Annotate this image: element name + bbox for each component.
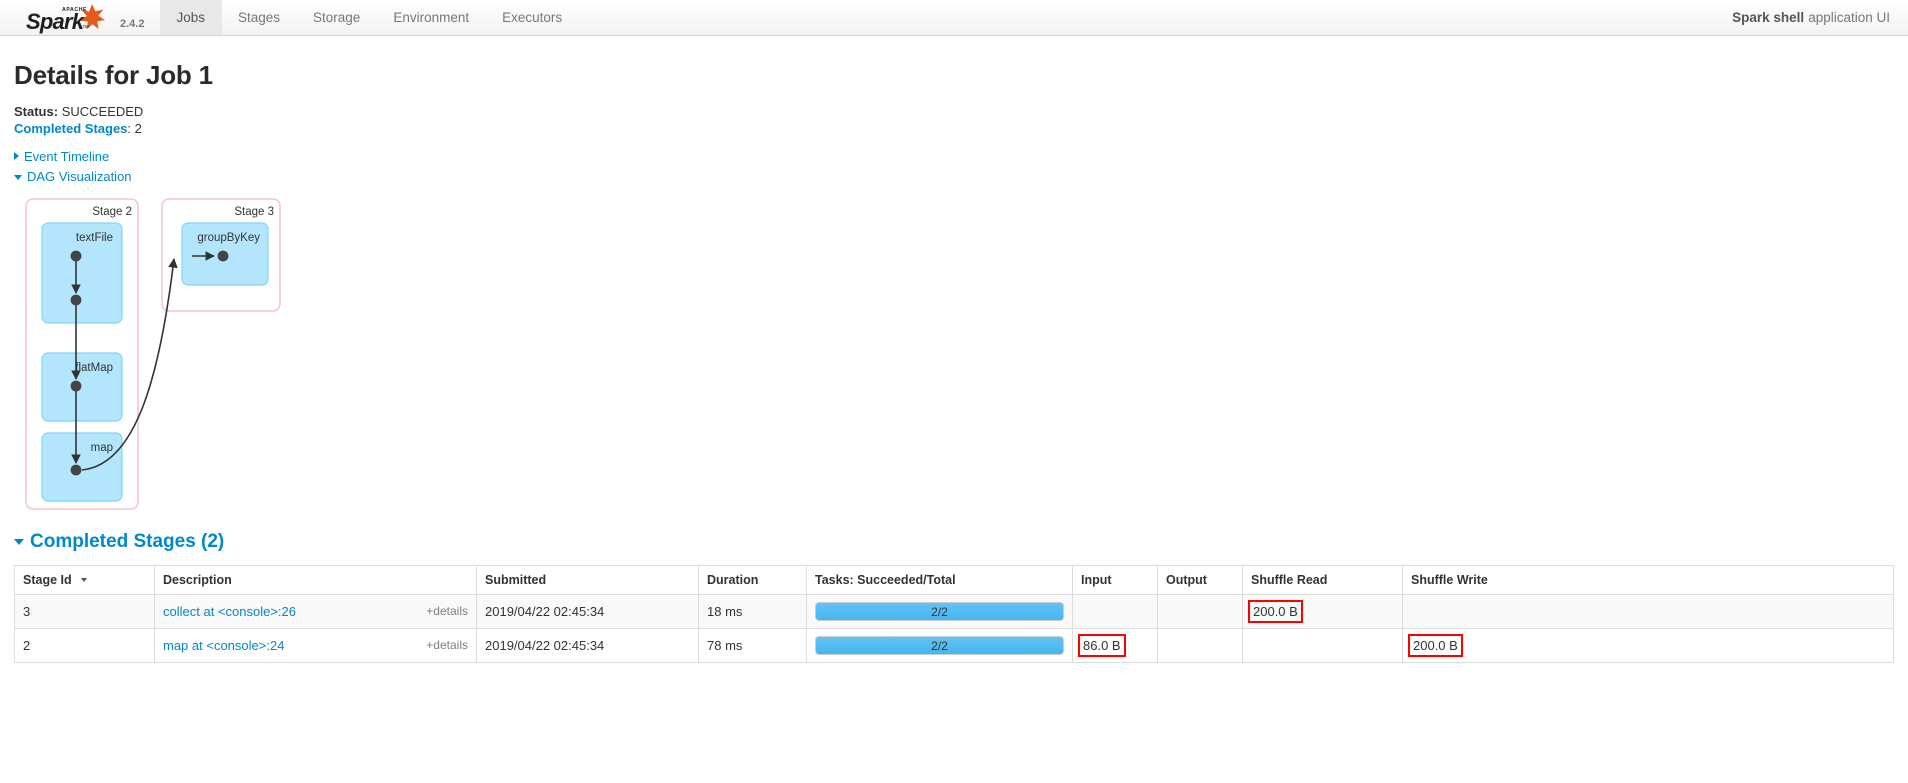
column-header-input[interactable]: Input	[1072, 564, 1158, 595]
column-header-submitted[interactable]: Submitted	[476, 564, 699, 595]
tasks-progress-label: 2/2	[931, 638, 948, 653]
dag-stage-label-3: Stage 3	[234, 206, 274, 218]
input-value: 86.0 B	[1078, 633, 1126, 657]
completed-stages-line: Completed Stages: 2	[14, 120, 1894, 137]
table-header-row: Stage Id Description Submitted Duration …	[14, 564, 1894, 595]
page-body: Details for Job 1 Status: SUCCEEDED Comp…	[0, 60, 1908, 663]
column-header-duration[interactable]: Duration	[698, 564, 807, 595]
table-row: 3 collect at <console>:26 +details 2019/…	[14, 593, 1894, 629]
svg-text:™: ™	[82, 25, 89, 32]
dag-dot-textfile-bottom	[70, 294, 82, 306]
cell-shuffle-read: 200.0 B	[1242, 593, 1403, 629]
column-header-tasks[interactable]: Tasks: Succeeded/Total	[806, 564, 1073, 595]
column-header-shuffle-read[interactable]: Shuffle Read	[1242, 564, 1403, 595]
dag-node-label-flatmap: flatMap	[75, 362, 113, 374]
completed-stages-separator: :	[127, 121, 135, 136]
shuffle-read-value: 200.0 B	[1248, 599, 1303, 623]
column-header-output[interactable]: Output	[1157, 564, 1243, 595]
completed-stages-section-toggle[interactable]: Completed Stages (2)	[14, 531, 224, 553]
cell-description: map at <console>:24 +details	[154, 627, 477, 663]
spark-brand[interactable]: APACHE Spark ™ 2.4.2	[0, 0, 154, 35]
dag-dot-flatmap	[70, 380, 82, 392]
svg-text:Spark: Spark	[26, 9, 86, 34]
tab-storage[interactable]: Storage	[297, 0, 377, 35]
table-row: 2 map at <console>:24 +details 2019/04/2…	[14, 627, 1894, 663]
application-name: Spark shell	[1732, 10, 1805, 25]
completed-stages-count: 2	[134, 121, 142, 136]
dag-node-label-groupbykey: groupByKey	[197, 232, 260, 244]
table-body: 3 collect at <console>:26 +details 2019/…	[14, 593, 1894, 663]
spark-version: 2.4.2	[120, 18, 145, 30]
completed-stages-section-header: Completed Stages (2)	[14, 529, 1894, 553]
event-timeline-toggle-row: Event Timeline	[14, 147, 1894, 165]
column-header-shuffle-write[interactable]: Shuffle Write	[1402, 564, 1894, 595]
cell-input	[1072, 593, 1158, 629]
cell-tasks: 2/2	[806, 627, 1073, 663]
cell-stage-id: 2	[14, 627, 155, 663]
dag-dot-map	[70, 464, 82, 476]
completed-stages-link[interactable]: Completed Stages	[14, 121, 127, 136]
dag-node-label-textfile: textFile	[76, 232, 113, 244]
top-navbar: APACHE Spark ™ 2.4.2 Jobs Stages Storage…	[0, 0, 1908, 36]
cell-input: 86.0 B	[1072, 627, 1158, 663]
shuffle-write-value: 200.0 B	[1408, 633, 1463, 657]
cell-tasks: 2/2	[806, 593, 1073, 629]
dag-svg: Stage 2 Stage 3 textFile flatMap map gro…	[25, 198, 281, 510]
cell-duration: 78 ms	[698, 627, 807, 663]
chevron-down-icon	[14, 539, 24, 545]
cell-output	[1157, 627, 1243, 663]
details-toggle-link[interactable]: +details	[426, 604, 468, 618]
dag-node-label-map: map	[91, 442, 113, 454]
cell-submitted: 2019/04/22 02:45:34	[476, 627, 699, 663]
tasks-progress-bar: 2/2	[815, 635, 1064, 655]
cell-submitted: 2019/04/22 02:45:34	[476, 593, 699, 629]
cell-shuffle-read	[1242, 627, 1403, 663]
application-title-suffix: application UI	[1808, 10, 1890, 25]
nav-tabs: Jobs Stages Storage Environment Executor…	[160, 0, 579, 35]
stage-description-link[interactable]: map at <console>:24	[163, 638, 284, 653]
tasks-progress-label: 2/2	[931, 604, 948, 619]
sort-descending-icon[interactable]	[81, 578, 88, 583]
cell-output	[1157, 593, 1243, 629]
chevron-down-icon	[14, 174, 22, 180]
cell-description: collect at <console>:26 +details	[154, 593, 477, 629]
column-label-stage-id: Stage Id	[23, 572, 72, 587]
dag-stage-label-2: Stage 2	[92, 206, 132, 218]
table-head: Stage Id Description Submitted Duration …	[14, 564, 1894, 595]
job-status-line: Status: SUCCEEDED	[14, 103, 1894, 120]
tab-executors[interactable]: Executors	[486, 0, 579, 35]
status-label: Status:	[14, 104, 59, 119]
cell-duration: 18 ms	[698, 593, 807, 629]
dag-visualization-toggle[interactable]: DAG Visualization	[14, 168, 132, 185]
dag-dot-textfile-top	[70, 250, 82, 262]
application-title: Spark shell application UI	[1732, 0, 1908, 35]
event-timeline-toggle[interactable]: Event Timeline	[14, 148, 109, 165]
cell-shuffle-write: 200.0 B	[1402, 627, 1894, 663]
tab-jobs[interactable]: Jobs	[160, 0, 222, 35]
stage-description-link[interactable]: collect at <console>:26	[163, 604, 296, 619]
cell-shuffle-write	[1402, 593, 1894, 629]
page-title: Details for Job 1	[14, 60, 213, 90]
tab-environment[interactable]: Environment	[377, 0, 486, 35]
dag-visualization-toggle-row: DAG Visualization	[14, 167, 1894, 186]
tab-stages[interactable]: Stages	[222, 0, 297, 35]
chevron-right-icon	[14, 152, 19, 160]
dag-dot-groupbykey	[217, 250, 229, 262]
completed-stages-table: Stage Id Description Submitted Duration …	[14, 564, 1894, 663]
status-value: SUCCEEDED	[61, 104, 144, 119]
column-header-description[interactable]: Description	[154, 564, 477, 595]
tasks-progress-bar: 2/2	[815, 601, 1064, 621]
details-toggle-link[interactable]: +details	[426, 638, 468, 652]
dag-visualization-label: DAG Visualization	[27, 169, 132, 184]
event-timeline-label: Event Timeline	[24, 148, 110, 164]
dag-visualization-graph[interactable]: Stage 2 Stage 3 textFile flatMap map gro…	[14, 193, 1894, 523]
completed-stages-section-title: Completed Stages (2)	[30, 530, 225, 552]
cell-stage-id: 3	[14, 593, 155, 629]
column-header-stage-id[interactable]: Stage Id	[14, 564, 155, 595]
spark-logo-icon[interactable]: APACHE Spark ™	[22, 3, 118, 34]
